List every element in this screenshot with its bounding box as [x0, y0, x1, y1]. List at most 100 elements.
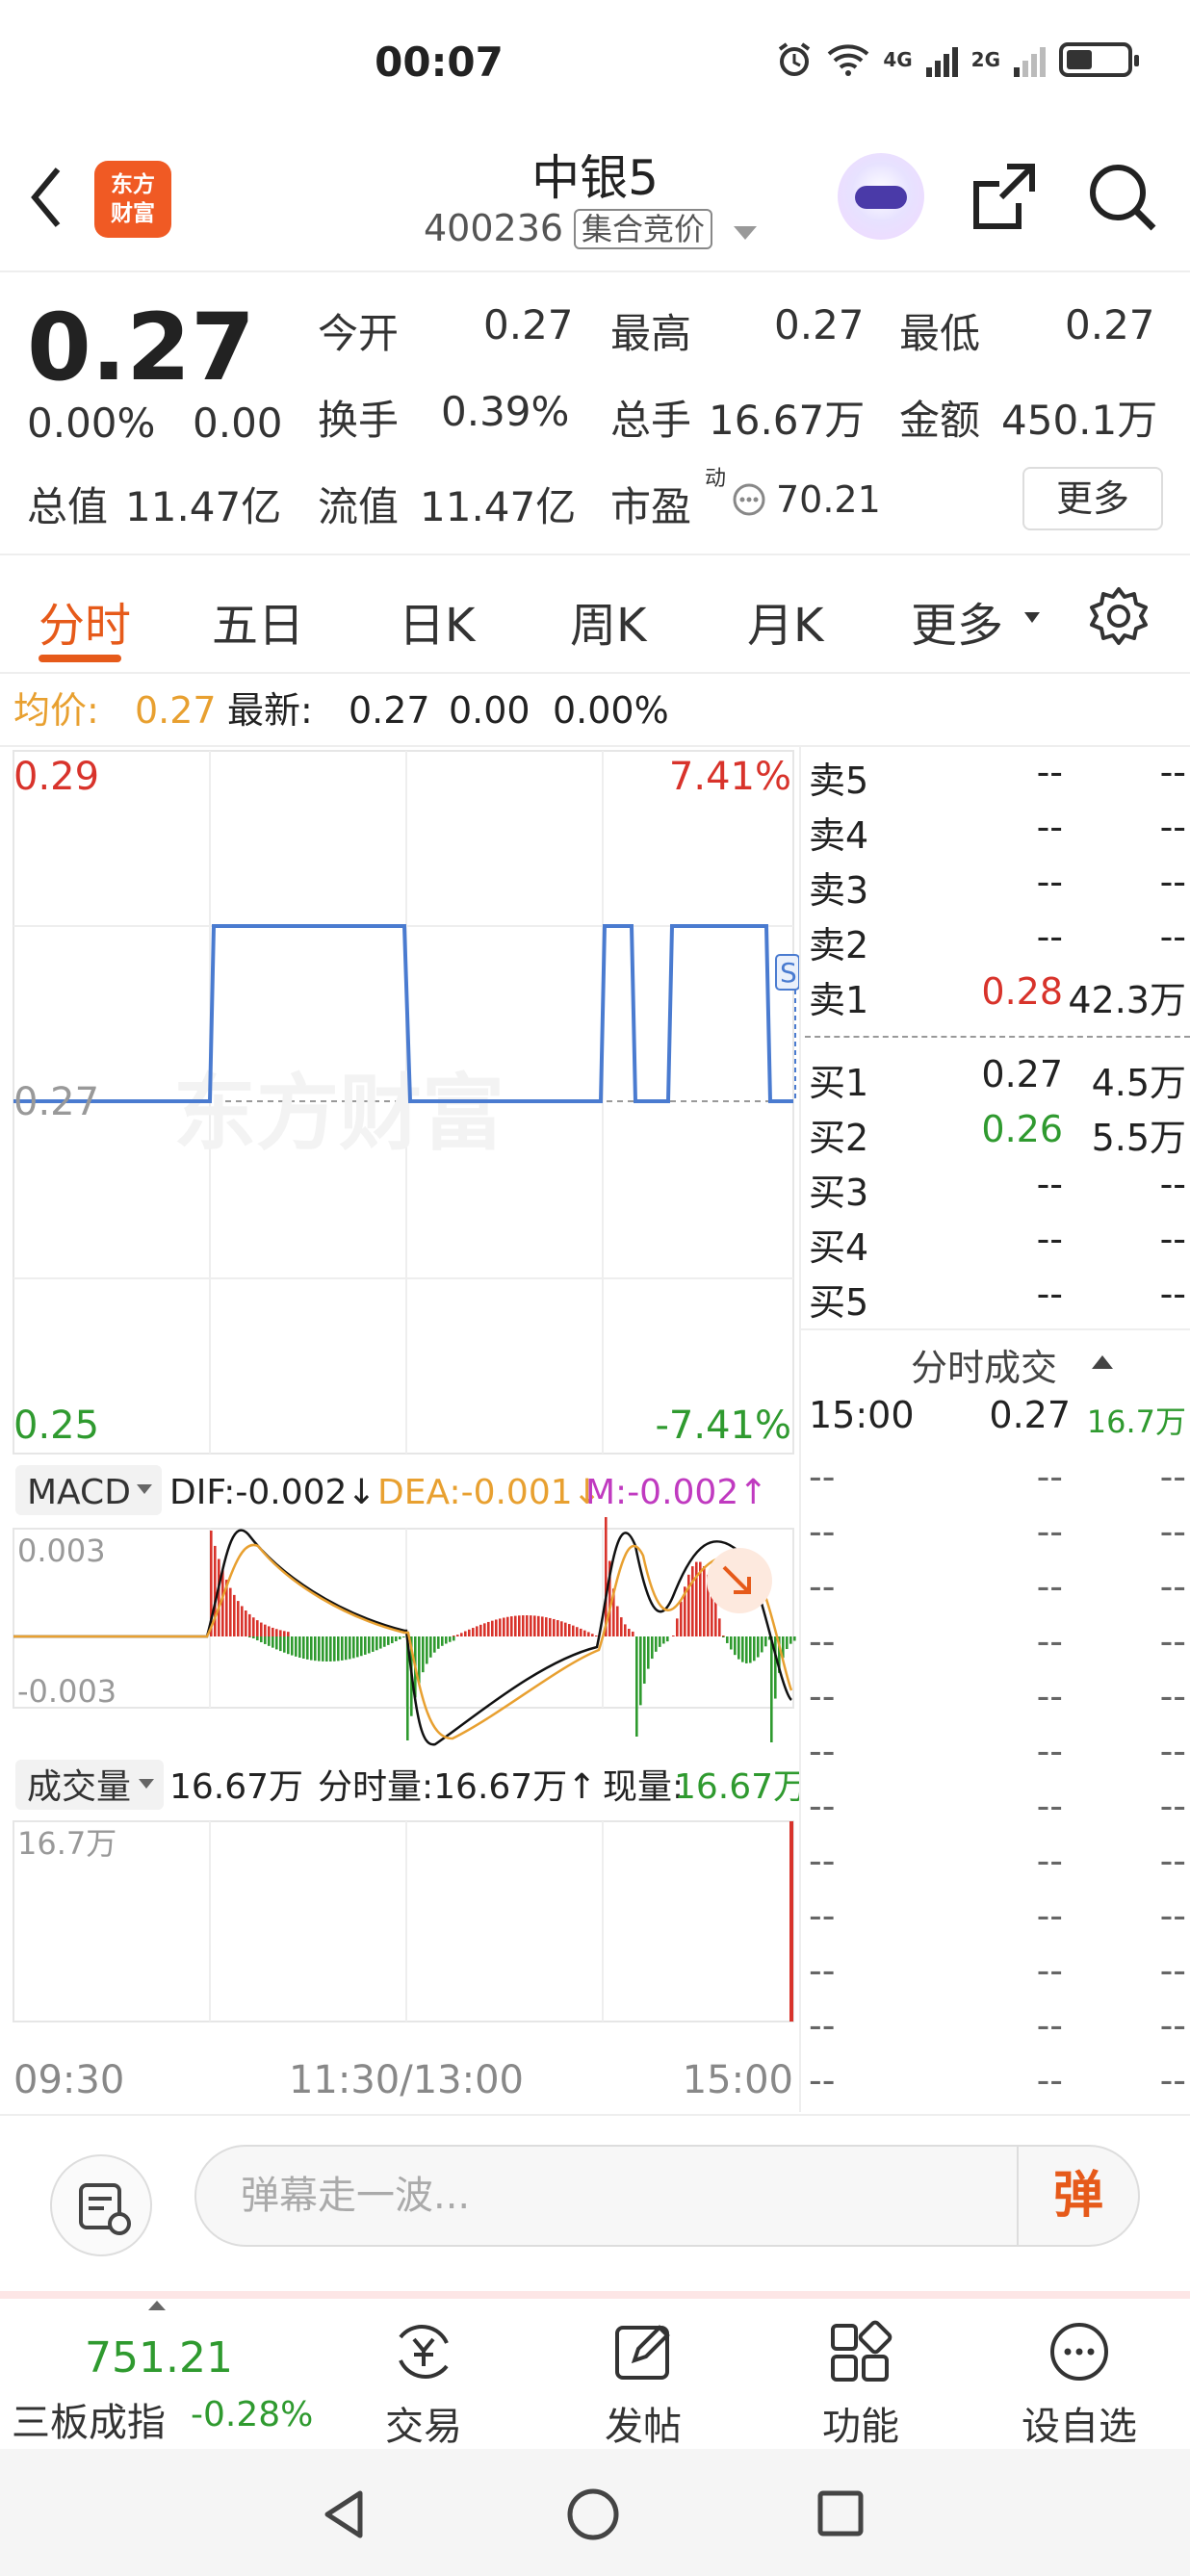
- tab-intraday[interactable]: 分时: [39, 587, 131, 655]
- search-icon[interactable]: [1084, 159, 1161, 236]
- macd-bar: [318, 1636, 321, 1662]
- nav-add-watchlist[interactable]: 设自选: [1017, 2318, 1142, 2451]
- nav-trade[interactable]: 交易: [375, 2318, 472, 2451]
- ask-row[interactable]: 卖5 -- --: [805, 751, 1186, 806]
- macd-bar: [399, 1636, 401, 1640]
- ask-price: --: [1036, 915, 1063, 958]
- volume-now-value: 16.67万: [674, 1767, 799, 1807]
- intraday-chart-area[interactable]: 东方财富 S 0.29 0.27 0.25 7.41% -7.41% MACD …: [0, 747, 808, 2112]
- market-tag[interactable]: 集合竞价: [574, 209, 713, 249]
- macd-bar: [329, 1636, 332, 1662]
- bid-row[interactable]: 买3 -- --: [805, 1163, 1186, 1218]
- volume-value: 16.67万: [709, 397, 866, 444]
- home-circle-icon[interactable]: [566, 2487, 620, 2541]
- tab-weekly-k[interactable]: 周K: [570, 587, 646, 655]
- y-mid-label: 0.27: [13, 1080, 99, 1124]
- ticks-sort-icon[interactable]: [1092, 1355, 1113, 1369]
- back-triangle-icon[interactable]: [320, 2487, 368, 2541]
- bid-row[interactable]: 买1 0.27 4.5万: [805, 1053, 1186, 1108]
- macd-dea: DEA:-0.001↓: [377, 1473, 602, 1512]
- tab-monthly-k[interactable]: 月K: [747, 587, 823, 655]
- danmu-input[interactable]: 弹幕走一波...: [194, 2145, 1140, 2247]
- tick-empty: --: [809, 1840, 836, 1882]
- float-label: 流值: [318, 483, 400, 530]
- recents-square-icon[interactable]: [816, 2489, 865, 2537]
- macd-bar: [514, 1615, 517, 1636]
- ask-volume: --: [1159, 806, 1186, 848]
- macd-dif: DIF:-0.002↓: [169, 1473, 376, 1512]
- turnover-value: 0.39%: [441, 388, 570, 435]
- ask-row[interactable]: 卖2 -- --: [805, 915, 1186, 970]
- index-expand-icon[interactable]: [148, 2301, 166, 2310]
- macd-bar: [647, 1636, 650, 1669]
- tab-more[interactable]: 更多: [911, 587, 1003, 655]
- macd-bar: [395, 1636, 398, 1642]
- index-name[interactable]: 三板成指: [12, 2391, 166, 2447]
- danmu-send-button[interactable]: 弹: [1017, 2147, 1138, 2245]
- macd-bar: [322, 1636, 324, 1662]
- ask-price: --: [1036, 806, 1063, 848]
- tab-daily-k[interactable]: 日K: [399, 587, 475, 655]
- macd-bar: [456, 1635, 459, 1636]
- bid-row[interactable]: 买2 0.26 5.5万: [805, 1108, 1186, 1163]
- nav-post[interactable]: 发帖: [595, 2318, 691, 2451]
- ask-label: 卖5: [809, 760, 869, 802]
- latest-value: 0.27: [349, 689, 430, 732]
- bid-label: 买4: [809, 1226, 869, 1269]
- status-bar: 00:07 4G 2G: [0, 0, 1190, 130]
- more-button[interactable]: 更多: [1022, 467, 1163, 530]
- change-value: 0.00: [193, 399, 283, 447]
- macd-bar: [761, 1636, 763, 1653]
- open-value: 0.27: [483, 301, 574, 348]
- tick-empty: --: [1036, 2004, 1063, 2047]
- ask-row[interactable]: 卖4 -- --: [805, 806, 1186, 861]
- macd-bar: [372, 1636, 375, 1652]
- tick-row: -- -- --: [805, 1455, 1186, 1510]
- macd-bar: [345, 1636, 348, 1661]
- order-book[interactable]: 卖5 -- -- 卖4 -- -- 卖3 -- -- 卖2 -- -- 卖1 0.28 42.3万 买1 0.…: [799, 747, 1190, 2112]
- nav-function[interactable]: 功能: [813, 2318, 909, 2451]
- index-value[interactable]: 751.21: [85, 2333, 233, 2383]
- macd-bar: [714, 1601, 717, 1636]
- danmu-settings-icon[interactable]: [50, 2154, 152, 2256]
- macd-bar: [628, 1629, 631, 1636]
- current-price: 0.27: [27, 294, 255, 401]
- macd-bar: [349, 1636, 351, 1660]
- nav-function-label: 功能: [822, 2405, 899, 2449]
- ask-price: --: [1036, 751, 1063, 793]
- ask-row[interactable]: 卖3 -- --: [805, 861, 1186, 915]
- macd-bar: [325, 1636, 328, 1662]
- bid-row[interactable]: 买4 -- --: [805, 1218, 1186, 1273]
- macd-bar: [703, 1566, 706, 1636]
- macd-bar: [680, 1601, 683, 1636]
- macd-bar: [268, 1626, 271, 1636]
- volume-y-top: 16.7万: [17, 1825, 116, 1862]
- macd-bar: [695, 1561, 698, 1636]
- dropdown-icon[interactable]: [734, 226, 757, 240]
- change-pct: 0.00%: [27, 399, 156, 447]
- macd-bar: [383, 1636, 386, 1647]
- ticks-title[interactable]: 分时成交: [911, 1338, 1057, 1391]
- alarm-icon: [779, 42, 811, 76]
- macd-bar: [616, 1606, 619, 1636]
- assistant-robot-icon[interactable]: [838, 153, 924, 240]
- time-end: 15:00: [683, 2058, 793, 2102]
- tick-empty: --: [1036, 2059, 1063, 2101]
- macd-bar: [248, 1636, 251, 1637]
- share-icon[interactable]: [970, 161, 1038, 232]
- settings-gear-icon[interactable]: [1088, 585, 1150, 647]
- info-dots-icon[interactable]: [732, 482, 766, 517]
- bid-row[interactable]: 买5 -- --: [805, 1273, 1186, 1327]
- macd-bar: [789, 1636, 792, 1644]
- macd-bar: [643, 1636, 646, 1684]
- tick-empty: --: [1036, 1620, 1063, 1662]
- ask-row[interactable]: 卖1 0.28 42.3万: [805, 970, 1186, 1025]
- tab-5day[interactable]: 五日: [212, 587, 304, 655]
- tick-empty: --: [1159, 1510, 1186, 1553]
- macd-bar: [757, 1636, 760, 1658]
- tick-row: -- -- --: [805, 1840, 1186, 1894]
- tick-row: -- -- --: [805, 1949, 1186, 2004]
- macd-bar: [464, 1631, 467, 1636]
- tick-row: -- -- --: [805, 1510, 1186, 1565]
- tick-empty: --: [809, 1730, 836, 1772]
